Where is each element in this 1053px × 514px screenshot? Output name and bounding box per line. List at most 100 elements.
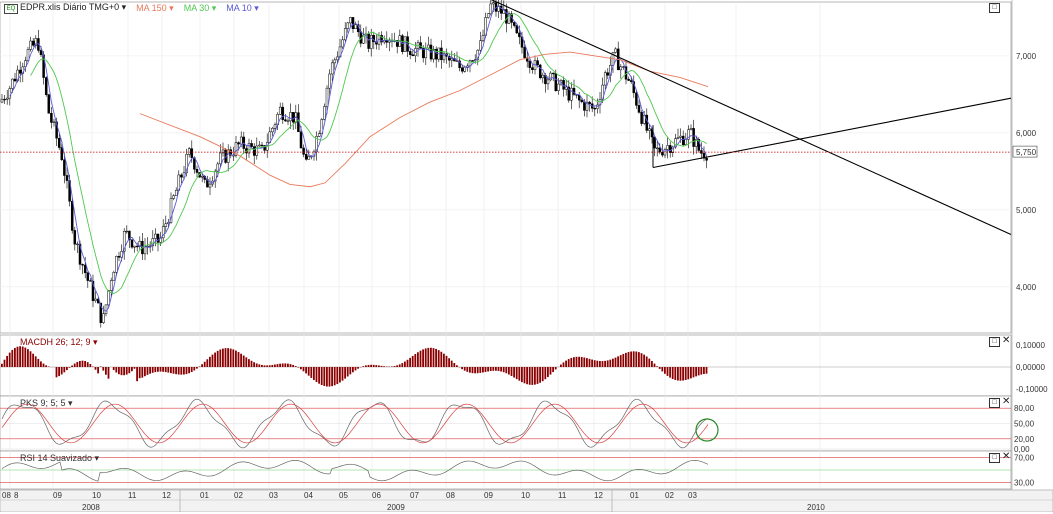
pks-maximize-button[interactable]: □ [989, 398, 1000, 408]
macd-close-icon[interactable]: ✕ [1002, 336, 1010, 345]
candle [175, 190, 177, 195]
candle [464, 67, 466, 71]
macd-tick-label: 0,10000 [1016, 341, 1045, 350]
candle [547, 80, 549, 84]
macd-bar [466, 367, 468, 372]
candle [318, 134, 320, 137]
macd-bar [95, 367, 97, 370]
rsi-maximize-button[interactable]: □ [989, 453, 1000, 463]
macd-bar [482, 367, 484, 372]
month-tick-label: 10 [521, 491, 530, 500]
macd-bar [440, 352, 442, 367]
macd-bar [420, 351, 422, 367]
pks-panel-label[interactable]: PKS 9; 5; 5 ▾ [20, 398, 73, 409]
rsi-panel-label[interactable]: RSI 14 Suavizado ▾ [20, 453, 99, 464]
macd-bar [45, 365, 47, 367]
macd-bar [188, 367, 190, 373]
month-tick-label: 01 [630, 491, 639, 500]
macd-bar [643, 355, 645, 367]
candle [290, 112, 292, 121]
candle [412, 55, 414, 56]
macd-bar [516, 367, 518, 379]
macd-bar [443, 354, 445, 367]
macd-bar [126, 367, 128, 375]
macd-bar [433, 348, 435, 367]
candle [48, 95, 50, 114]
equity-symbol-icon: EQ [4, 4, 18, 14]
candle [89, 281, 91, 282]
panel-frame [0, 2, 1011, 333]
candle [1, 99, 3, 102]
candle [344, 29, 346, 40]
ma10-legend-item[interactable]: MA 10 ▾ [226, 3, 259, 14]
macd-bar [469, 367, 471, 373]
macd-bar [661, 367, 663, 371]
macd-bar [568, 359, 570, 367]
macd-bar [35, 356, 37, 367]
main-maximize-button[interactable]: □ [989, 3, 1000, 13]
candle [53, 122, 55, 123]
macd-bar [638, 352, 640, 367]
macd-bar [30, 351, 32, 367]
macd-bar [240, 354, 242, 367]
candle [349, 17, 351, 22]
macd-bar [24, 348, 26, 367]
macd-bar [128, 367, 130, 373]
macd-bar [214, 353, 216, 367]
month-tick-label: 12 [594, 491, 603, 500]
chart-canvas[interactable]: 0880910111201020304050607080910111201020… [0, 0, 1053, 512]
year-tick-label: 2009 [387, 503, 405, 512]
ma150-legend-item[interactable]: MA 150 ▾ [136, 3, 174, 14]
candle [219, 153, 221, 164]
macd-bar [438, 350, 440, 367]
macd-bar [620, 355, 622, 367]
macd-bar [435, 349, 437, 367]
macd-panel-label[interactable]: MACDH 26; 12; 9 ▾ [20, 337, 98, 348]
candle [539, 65, 541, 78]
macd-bar [277, 364, 279, 367]
macd-bar [472, 367, 474, 373]
macd-bar [303, 367, 305, 371]
macd-bar [334, 367, 336, 385]
macd-bar [206, 359, 208, 367]
macd-bar [295, 366, 297, 367]
pks-close-icon[interactable]: ✕ [1002, 397, 1010, 406]
macd-bar [9, 353, 11, 367]
candle [308, 156, 310, 159]
macd-bar [87, 362, 89, 367]
macd-bar [373, 365, 375, 367]
macd-bar [271, 365, 273, 367]
candle [256, 146, 258, 155]
macd-bar [682, 367, 684, 381]
macd-bar [152, 367, 154, 373]
candle [82, 264, 84, 265]
candle [251, 143, 253, 146]
macd-bar [664, 367, 666, 374]
macd-bar [604, 361, 606, 367]
macd-bar [656, 366, 658, 367]
macd-bar [37, 359, 39, 367]
macd-maximize-button[interactable]: □ [989, 337, 1000, 347]
candle [505, 9, 507, 23]
ma30-legend-item[interactable]: MA 30 ▾ [184, 3, 217, 14]
macd-bar [6, 356, 8, 367]
macd-bar [11, 350, 13, 367]
macd-bar [201, 364, 203, 367]
candle [126, 231, 128, 232]
macd-bar [391, 366, 393, 367]
macd-bar [97, 367, 99, 373]
macd-bar [511, 367, 513, 376]
candle [6, 98, 8, 99]
instrument-selector[interactable]: EQEDPR.xlis Diário TMG+0 ▾ [4, 2, 126, 14]
price-tick-label: 6,000 [1016, 129, 1037, 138]
macd-bar [292, 365, 294, 367]
candle [11, 79, 13, 88]
candle [638, 105, 640, 112]
macd-bar [513, 367, 515, 378]
candle [274, 125, 276, 129]
macd-bar [641, 353, 643, 367]
month-tick-label: 8 [14, 491, 19, 500]
stock-chart[interactable]: 0880910111201020304050607080910111201020… [0, 0, 1053, 512]
candle [19, 70, 21, 73]
rsi-close-icon[interactable]: ✕ [1002, 452, 1010, 461]
